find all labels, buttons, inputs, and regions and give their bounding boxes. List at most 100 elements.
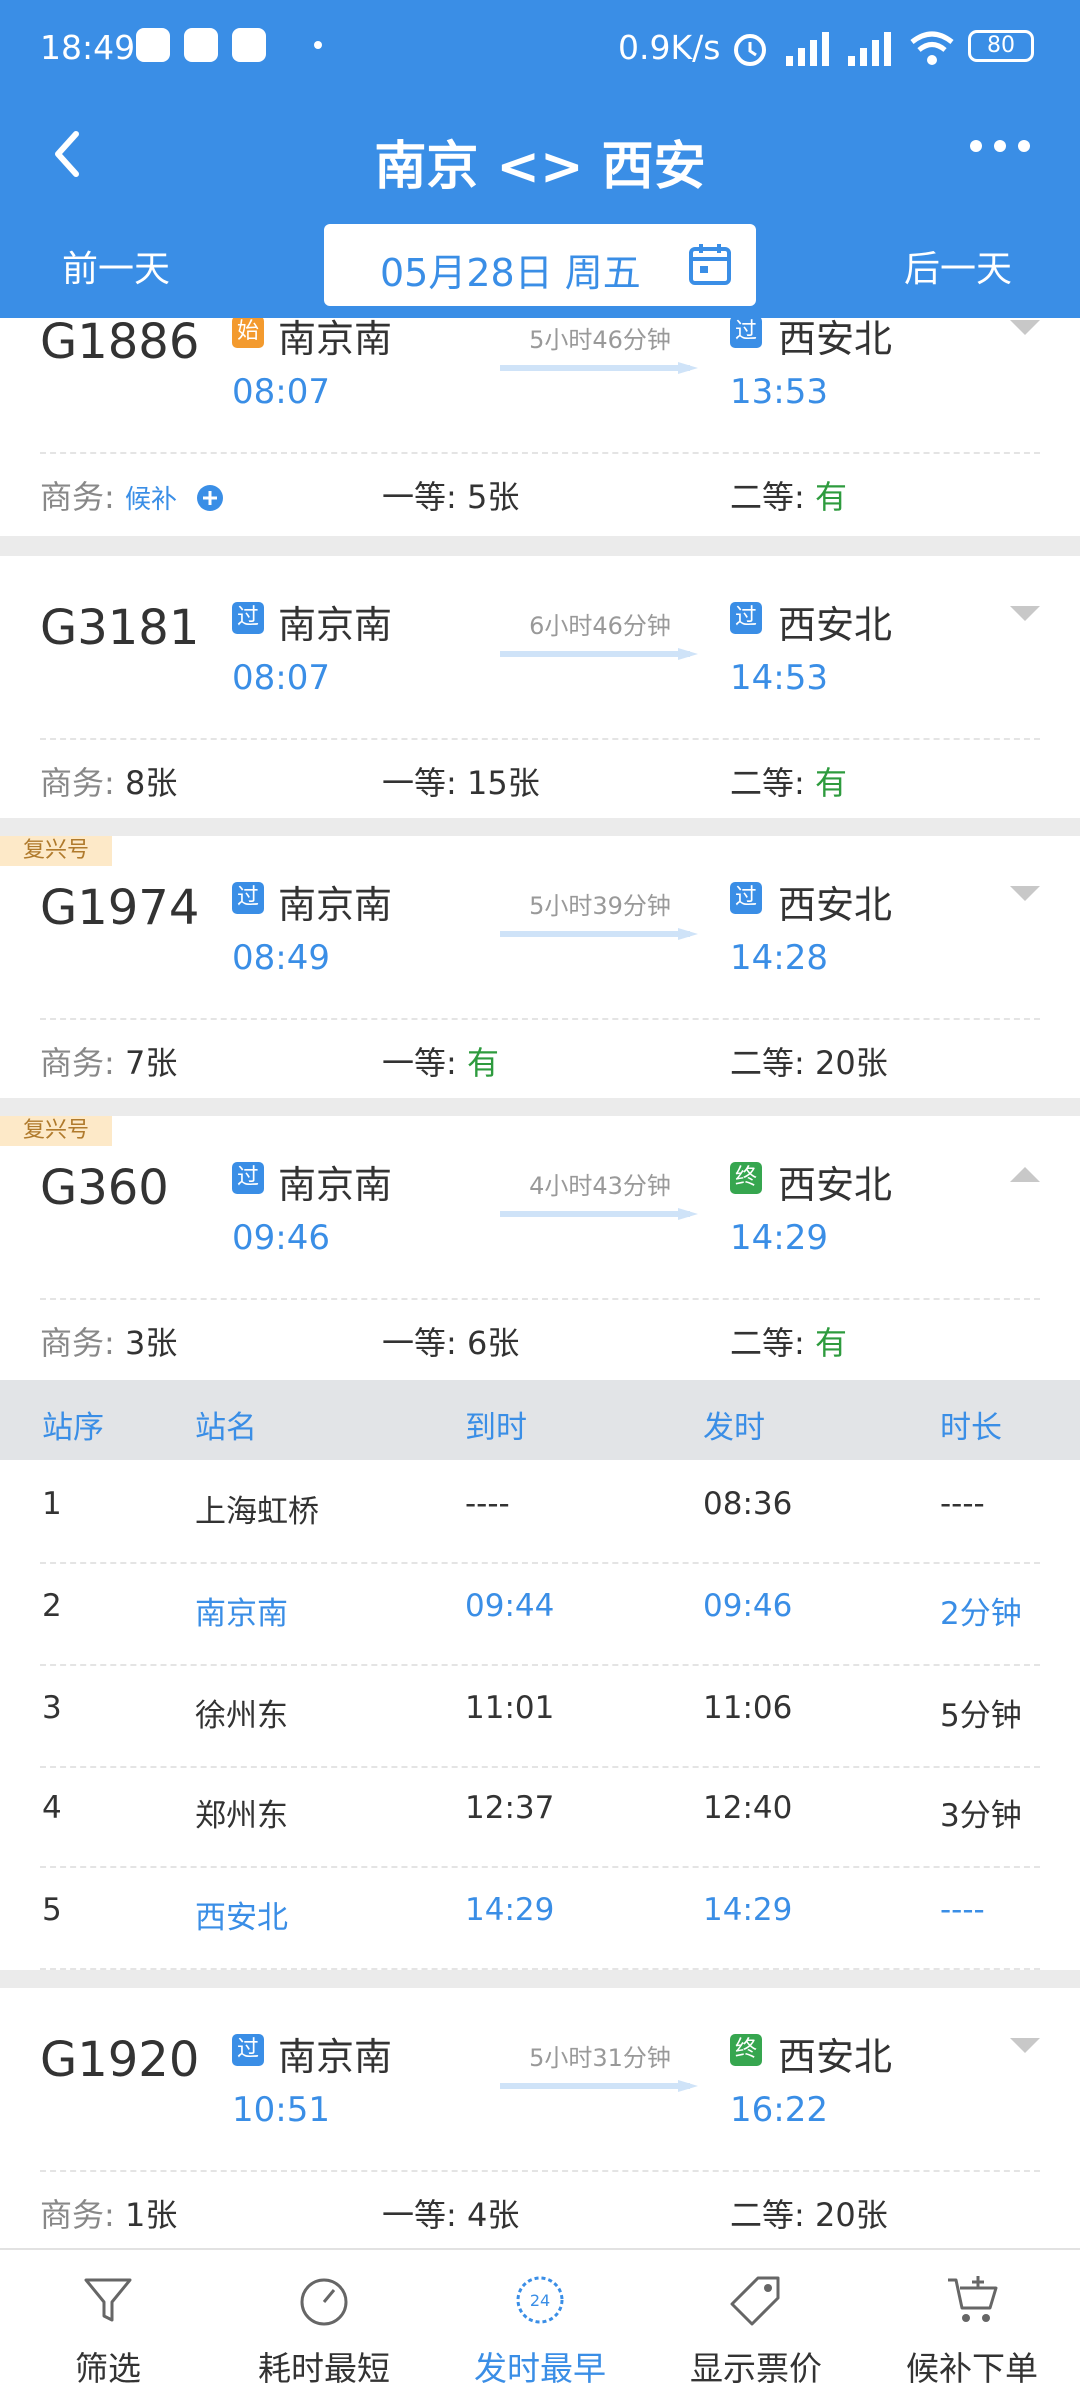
signal-hd-icon <box>848 32 891 66</box>
status-time: 18:49 <box>40 28 136 67</box>
cell-seq: 3 <box>42 1690 62 1726</box>
train-card[interactable]: G3181 过 南京南 08:07 6小时46分钟 过 西安北 14:53 商务… <box>0 556 1080 818</box>
cell-arrive: 12:37 <box>465 1790 555 1826</box>
duration: 5小时39分钟 <box>529 892 671 920</box>
table-row: 3 徐州东 11:01 11:06 5分钟 <box>0 1668 1080 1768</box>
clock-24-icon: 24 <box>516 2276 564 2324</box>
arrow-icon <box>500 928 698 940</box>
departure-time: 10:51 <box>232 2090 330 2130</box>
cell-stay: 3分钟 <box>940 1798 1022 1834</box>
cell-seq: 1 <box>42 1486 62 1522</box>
date-bar: 前一天 05月28日 周五 后一天 <box>0 220 1080 310</box>
cell-station: 郑州东 <box>195 1798 288 1834</box>
train-card[interactable]: G1920 过 南京南 10:51 5小时31分钟 终 西安北 16:22 商务… <box>0 1988 1080 2250</box>
table-row: 2 南京南 09:44 09:46 2分钟 <box>0 1566 1080 1666</box>
divider <box>40 1018 1040 1020</box>
bottom-toolbar: 筛选 耗时最短 24 发时最早 显示票价 候补下单 <box>0 2248 1080 2400</box>
cell-arrive: 09:44 <box>465 1588 555 1624</box>
seat-first: 一等: 6张 <box>382 1324 520 1362</box>
cell-station: 西安北 <box>195 1900 288 1936</box>
tab-label: 耗时最短 <box>258 2349 390 2388</box>
cell-seq: 4 <box>42 1790 62 1826</box>
train-code: G1886 <box>40 314 200 370</box>
chevron-down-icon[interactable] <box>1008 604 1042 624</box>
show-price-tab[interactable]: 显示票价 <box>648 2250 864 2400</box>
tab-label: 显示票价 <box>690 2349 822 2388</box>
origin-tag: 始 <box>232 316 264 348</box>
arrival-time: 14:29 <box>730 1218 828 1258</box>
plus-circle-icon[interactable] <box>196 484 224 512</box>
train-code: G360 <box>40 1160 169 1216</box>
train-card[interactable]: G1886 始 南京南 08:07 5小时46分钟 过 西安北 13:53 商务… <box>0 290 1080 536</box>
seat-second: 二等: 有 <box>730 764 847 802</box>
shortest-duration-tab[interactable]: 耗时最短 <box>216 2250 432 2400</box>
seat-second: 二等: 有 <box>730 478 847 516</box>
arrow-icon <box>500 362 698 374</box>
cell-depart: 14:29 <box>703 1892 793 1928</box>
wechat-icon <box>232 28 266 62</box>
table-header: 站序 站名 到时 发时 时长 <box>0 1380 1080 1460</box>
fuxing-badge: 复兴号 <box>0 1116 112 1146</box>
divider <box>40 452 1040 454</box>
train-code: G1974 <box>40 880 200 936</box>
waitlist-order-tab[interactable]: 候补下单 <box>864 2250 1080 2400</box>
stop-table: 站序 站名 到时 发时 时长 1 上海虹桥 ---- 08:36 ---- 2 … <box>0 1380 1080 1970</box>
cell-arrive: 11:01 <box>465 1690 555 1726</box>
wifi-icon <box>910 31 954 65</box>
pass-tag: 过 <box>232 602 264 634</box>
tab-label: 筛选 <box>75 2349 141 2388</box>
chevron-down-icon[interactable] <box>1008 884 1042 904</box>
pass-tag: 过 <box>232 882 264 914</box>
page-title: 南京 <> 西安 <box>374 137 706 197</box>
seat-business: 商务: 候补 <box>40 478 177 516</box>
pass-tag: 过 <box>232 2034 264 2066</box>
arrow-icon <box>500 648 698 660</box>
arrival-time: 14:53 <box>730 658 828 698</box>
filter-icon <box>84 2278 132 2322</box>
train-code: G1920 <box>40 2032 200 2088</box>
header-stay: 时长 <box>940 1410 1002 1446</box>
seat-first: 一等: 有 <box>382 1044 499 1082</box>
table-row: 1 上海虹桥 ---- 08:36 ---- <box>0 1464 1080 1564</box>
arrival-station: 西安北 <box>778 2035 893 2079</box>
more-options-icon[interactable] <box>970 140 1030 152</box>
fuxing-badge: 复兴号 <box>0 836 112 866</box>
train-card[interactable]: 复兴号 G360 过 南京南 09:46 4小时43分钟 终 西安北 14:29… <box>0 1116 1080 1380</box>
train-card[interactable]: 复兴号 G1974 过 南京南 08:49 5小时39分钟 过 西安北 14:2… <box>0 836 1080 1098</box>
terminal-tag: 终 <box>730 1162 762 1194</box>
arrival-station: 西安北 <box>778 883 893 927</box>
nav-bar: 南京 <> 西安 <box>0 96 1080 216</box>
cell-stay: 2分钟 <box>940 1596 1022 1632</box>
chevron-down-icon[interactable] <box>1008 2036 1042 2056</box>
dot-icon <box>314 41 322 49</box>
seat-second: 二等: 20张 <box>730 1044 888 1082</box>
next-day-button[interactable]: 后一天 <box>904 240 1012 292</box>
chevron-down-icon[interactable] <box>1008 318 1042 338</box>
arrival-time: 13:53 <box>730 372 828 412</box>
cell-arrive: ---- <box>465 1486 510 1522</box>
earliest-departure-tab[interactable]: 24 发时最早 <box>432 2250 648 2400</box>
seat-business: 商务: 1张 <box>40 2196 178 2234</box>
waitlist-link[interactable]: 候补 <box>125 485 177 515</box>
duration: 6小时46分钟 <box>529 612 671 640</box>
duration: 5小时46分钟 <box>529 326 671 354</box>
departure-station: 南京南 <box>278 883 393 927</box>
calendar-icon <box>689 244 731 285</box>
cell-depart: 09:46 <box>703 1588 793 1624</box>
departure-time: 09:46 <box>232 1218 330 1258</box>
table-row: 5 西安北 14:29 14:29 ---- <box>0 1870 1080 1970</box>
seat-business: 商务: 7张 <box>40 1044 178 1082</box>
chevron-up-icon[interactable] <box>1008 1164 1042 1184</box>
cell-seq: 5 <box>42 1892 62 1928</box>
arrival-time: 14:28 <box>730 938 828 978</box>
qq-icon <box>136 28 170 62</box>
cart-icon <box>948 2276 998 2322</box>
cell-seq: 2 <box>42 1588 62 1624</box>
seat-second: 二等: 20张 <box>730 2196 888 2234</box>
cell-depart: 12:40 <box>703 1790 793 1826</box>
prev-day-button[interactable]: 前一天 <box>62 240 170 292</box>
pass-tag: 过 <box>730 316 762 348</box>
alarm-icon <box>734 34 766 66</box>
date-picker[interactable]: 05月28日 周五 <box>324 224 756 306</box>
filter-tab[interactable]: 筛选 <box>0 2250 216 2400</box>
